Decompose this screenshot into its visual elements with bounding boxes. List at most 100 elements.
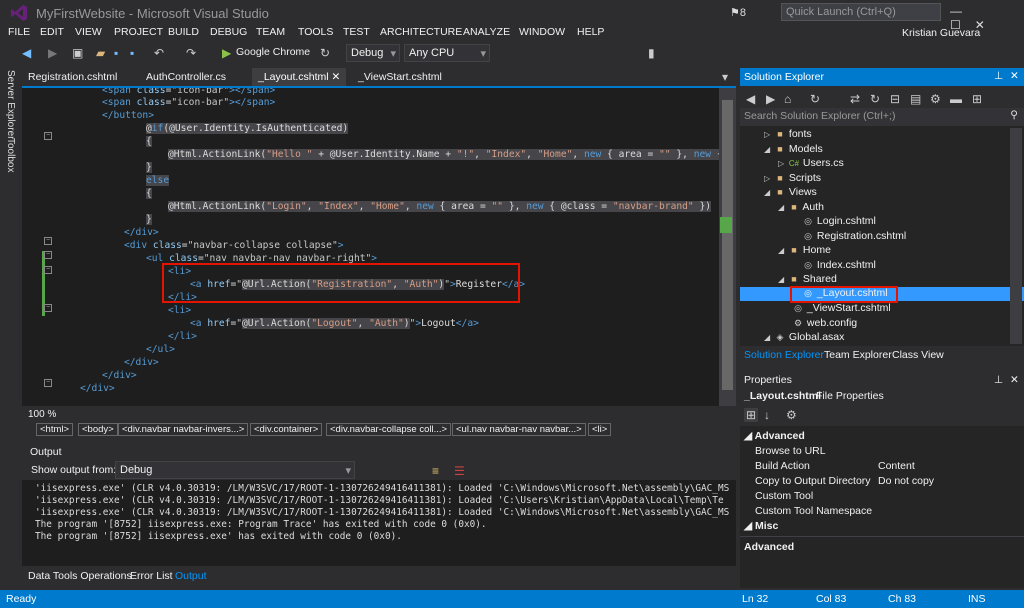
config-select[interactable]: Debug	[346, 44, 400, 62]
tab-dropdown-icon[interactable]: ▾	[722, 70, 728, 84]
refresh-icon[interactable]: ↻	[870, 92, 880, 106]
history-icon[interactable]: ↻	[810, 92, 820, 106]
close-icon[interactable]: ✕	[1010, 374, 1019, 386]
tree-item-scripts[interactable]: ▷ ■ Scripts	[740, 172, 821, 186]
back-icon[interactable]: ◀	[746, 92, 755, 106]
tree-item-viewstart[interactable]: ◎ _ViewStart.cshtml	[740, 302, 891, 316]
tab-layout[interactable]: _Layout.cshtml ✕	[252, 68, 347, 86]
fold-toggle[interactable]: −	[44, 237, 52, 245]
close-icon[interactable]: ✕	[1010, 70, 1019, 82]
show-all-files-icon[interactable]: ▤	[910, 92, 921, 106]
alphabetical-icon[interactable]: ↓	[764, 408, 770, 422]
quick-launch-input[interactable]: Quick Launch (Ctrl+Q)	[781, 3, 941, 21]
tab-data-tools[interactable]: Data Tools Operations	[28, 570, 132, 582]
tree-item-models[interactable]: ◢ ■ Models	[740, 143, 823, 157]
collapse-all-icon[interactable]: ⊟	[890, 92, 900, 106]
minimize-icon[interactable]: —	[950, 4, 962, 18]
fold-toggle[interactable]: −	[44, 266, 52, 274]
output-text[interactable]: 'iisexpress.exe' (CLR v4.0.30319: /LM/W3…	[22, 480, 736, 566]
breadcrumb-item[interactable]: <ul.nav navbar-nav navbar...>	[452, 423, 586, 436]
solution-tree[interactable]: ▷ ■ fonts ◢ ■ Models ▷ C# Users.cs ▷ ■ Scrip…	[740, 126, 1024, 346]
editor-scroll-thumb[interactable]	[722, 100, 733, 390]
expand-icon[interactable]: ▷	[778, 159, 788, 168]
tab-authcontroller[interactable]: AuthController.cs	[140, 68, 232, 86]
bookmark-icon[interactable]: ▮	[648, 46, 655, 60]
category-misc[interactable]: ◢ Misc	[744, 520, 778, 532]
tree-item-shared[interactable]: ◢ ■ Shared	[740, 273, 837, 287]
undo-icon[interactable]: ↶	[154, 46, 164, 60]
sync-icon[interactable]: ⇄	[850, 92, 860, 106]
pin-icon[interactable]: ⊥	[994, 70, 1003, 82]
menu-architecture[interactable]: ARCHITECTURE	[380, 26, 462, 38]
menu-file[interactable]: FILE	[8, 26, 30, 38]
platform-select[interactable]: Any CPU	[404, 44, 490, 62]
menu-project[interactable]: PROJECT	[114, 26, 163, 38]
toolbox-tab[interactable]: Toolbox	[5, 138, 16, 172]
tab-error-list[interactable]: Error List	[130, 570, 173, 582]
browser-target[interactable]: Google Chrome	[236, 46, 310, 58]
forward-icon[interactable]: ▶	[766, 92, 775, 106]
refresh-icon[interactable]: ↻	[320, 46, 330, 60]
code-editor[interactable]: − − − − − − <span class="icon-bar"></spa…	[22, 88, 736, 406]
menu-view[interactable]: VIEW	[75, 26, 102, 38]
breadcrumb-item[interactable]: <div.navbar navbar-invers...>	[118, 423, 249, 436]
open-folder-icon[interactable]: ▰	[96, 46, 105, 60]
back-icon[interactable]: ◀	[22, 46, 31, 60]
tab-registration[interactable]: Registration.cshtml	[22, 68, 123, 86]
collapse-icon[interactable]: ◢	[778, 246, 788, 255]
properties-object[interactable]: _Layout.cshtml File Properties	[740, 388, 1024, 404]
tree-scrollbar[interactable]	[1010, 128, 1022, 344]
menu-analyze[interactable]: ANALYZE	[463, 26, 510, 38]
collapse-icon[interactable]: ◢	[778, 275, 788, 284]
breadcrumb-item[interactable]: <body>	[78, 423, 118, 436]
tab-solution-explorer[interactable]: Solution Explorer	[744, 349, 824, 361]
menu-edit[interactable]: EDIT	[40, 26, 64, 38]
collapse-icon[interactable]: ◢	[764, 188, 774, 197]
breadcrumb-item[interactable]: <div.container>	[250, 423, 323, 436]
tree-item-users-cs[interactable]: ▷ C# Users.cs	[740, 157, 844, 171]
user-name[interactable]: Kristian Guevara	[902, 27, 980, 39]
menu-team[interactable]: TEAM	[256, 26, 285, 38]
solution-explorer-search[interactable]: Search Solution Explorer (Ctrl+;) ⚲	[740, 108, 1024, 126]
menu-window[interactable]: WINDOW	[519, 26, 565, 38]
fold-toggle[interactable]: −	[44, 379, 52, 387]
category-advanced[interactable]: ◢ Advanced	[744, 430, 805, 442]
tree-item-index[interactable]: ◎ Index.cshtml	[740, 259, 876, 273]
tab-output[interactable]: Output	[175, 570, 207, 582]
collapse-icon[interactable]: ◢	[764, 333, 774, 342]
expand-icon[interactable]: ▷	[764, 130, 774, 139]
expand-icon[interactable]: ▷	[764, 174, 774, 183]
output-source-select[interactable]: Debug	[115, 461, 355, 479]
breadcrumb-item[interactable]: <div.navbar-collapse coll...>	[326, 423, 452, 436]
tree-item-home[interactable]: ◢ ■ Home	[740, 244, 831, 258]
tree-item-login[interactable]: ◎ Login.cshtml	[740, 215, 876, 229]
close-tab-icon[interactable]: ✕	[332, 71, 341, 83]
zoom-level[interactable]: 100 %	[28, 409, 56, 420]
tree-item-views[interactable]: ◢ ■ Views	[740, 186, 817, 200]
toggle-wrap-icon[interactable]: ☰	[454, 464, 465, 478]
menu-test[interactable]: TEST	[343, 26, 370, 38]
new-project-icon[interactable]: ▣	[72, 46, 83, 60]
menu-debug[interactable]: DEBUG	[210, 26, 247, 38]
class-diagram-icon[interactable]: ⊞	[972, 92, 982, 106]
properties-grid[interactable]: ◢ Advanced Browse to URL Build Action Co…	[740, 426, 1024, 536]
save-icon[interactable]: ▪	[114, 46, 118, 60]
home-icon[interactable]: ⌂	[784, 92, 791, 106]
tab-class-view[interactable]: Class View	[892, 349, 944, 361]
properties-icon[interactable]: ⚙	[930, 92, 941, 106]
fold-toggle[interactable]: −	[44, 132, 52, 140]
property-value[interactable]: Do not copy	[878, 475, 934, 487]
tree-item-webconfig[interactable]: ⚙ web.config	[740, 317, 857, 331]
breadcrumb-item[interactable]: <li>	[588, 423, 612, 436]
save-all-icon[interactable]: ▪	[130, 46, 134, 60]
property-value[interactable]: Content	[878, 460, 915, 472]
start-debug-icon[interactable]: ▶	[222, 46, 231, 60]
fold-toggle[interactable]: −	[44, 304, 52, 312]
collapse-icon[interactable]: ◢	[764, 145, 774, 154]
menu-tools[interactable]: TOOLS	[298, 26, 333, 38]
notifications[interactable]: ⚑8	[730, 6, 746, 19]
property-pages-icon[interactable]: ⚙	[786, 408, 797, 422]
collapse-icon[interactable]: ◢	[778, 203, 788, 212]
preview-icon[interactable]: ▬	[950, 92, 962, 106]
fold-toggle[interactable]: −	[44, 251, 52, 259]
